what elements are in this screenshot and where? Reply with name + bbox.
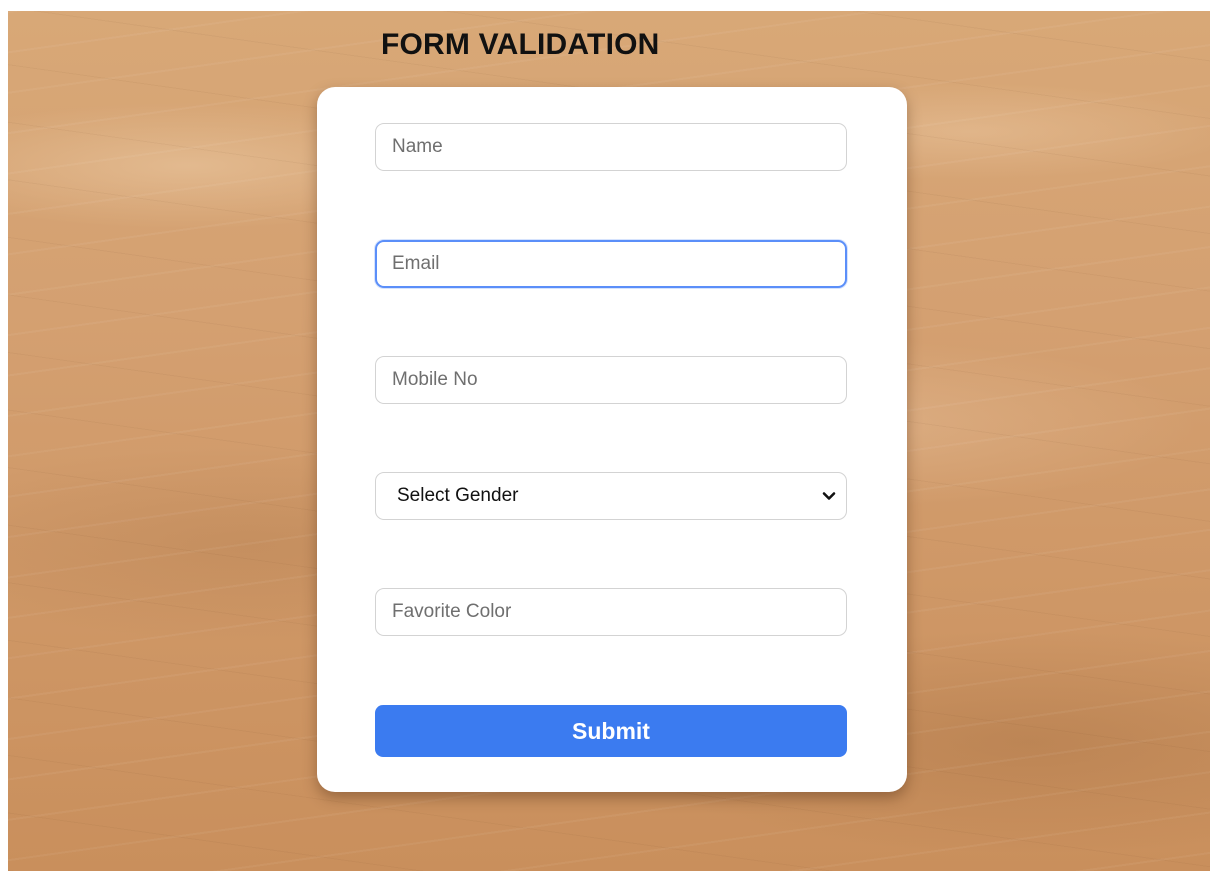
email-input[interactable] [375,240,847,288]
validation-form: Select Gender Submit [317,87,907,792]
gender-select[interactable]: Select Gender [375,472,847,520]
mobile-input[interactable] [375,356,847,404]
page-title: FORM VALIDATION [381,28,660,61]
name-input[interactable] [375,123,847,171]
submit-button[interactable]: Submit [375,705,847,757]
gender-select-value: Select Gender [397,485,519,506]
page-background: FORM VALIDATION Select Gender Submit [8,11,1210,871]
chevron-down-icon [822,491,836,501]
favorite-color-input[interactable] [375,588,847,636]
